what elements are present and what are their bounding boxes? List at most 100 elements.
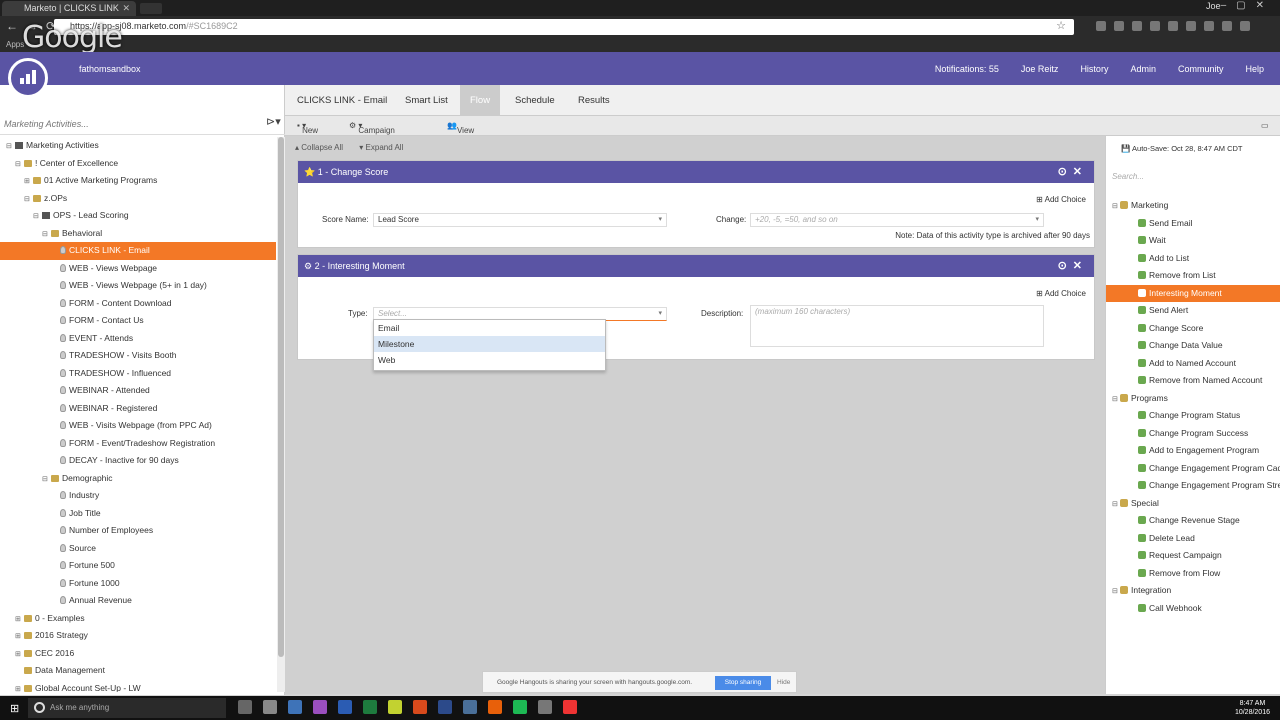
tree-item[interactable]: ⊞ CEC 2016 [0, 645, 276, 663]
window-user[interactable]: Joe [1206, 1, 1221, 11]
palette-action[interactable]: Wait [1106, 232, 1280, 250]
taskbar-app-icon[interactable] [488, 700, 502, 714]
system-clock[interactable]: 8:47 AM 10/28/2016 [1235, 699, 1270, 717]
tree-item[interactable]: WEBINAR - Attended [0, 382, 276, 400]
history-link[interactable]: History [1080, 64, 1108, 74]
add-choice-link[interactable]: ⊞ Add Choice [1036, 195, 1086, 204]
palette-action[interactable]: Remove from Flow [1106, 565, 1280, 583]
view-members-button[interactable]: 👥 View Campaign Members [447, 121, 493, 153]
palette-action[interactable]: Change Revenue Stage [1106, 512, 1280, 530]
taskbar-app-icon[interactable] [413, 700, 427, 714]
community-link[interactable]: Community [1178, 64, 1224, 74]
step-controls[interactable]: ⊙✕ [1058, 161, 1088, 183]
notifications-link[interactable]: Notifications: 55 [935, 64, 999, 74]
collapse-icon[interactable]: ⊟ [1112, 583, 1120, 601]
tree-item[interactable]: FORM - Content Download [0, 295, 276, 313]
tree-item[interactable]: ⊟ OPS - Lead Scoring [0, 207, 276, 225]
palette-action[interactable]: Change Score [1106, 320, 1280, 338]
tree-item[interactable]: Industry [0, 487, 276, 505]
palette-action[interactable]: Send Email [1106, 215, 1280, 233]
collapse-icon[interactable]: ⊟ [1112, 496, 1120, 514]
palette-action[interactable]: Request Campaign [1106, 547, 1280, 565]
tree-toggle-icon[interactable]: ⊞ [15, 681, 23, 693]
add-choice-link[interactable]: ⊞ Add Choice [1036, 289, 1086, 298]
palette-action[interactable]: Change Program Success [1106, 425, 1280, 443]
filter-icon[interactable]: ⊳▾ [266, 115, 281, 128]
cortana-search[interactable]: Ask me anything [28, 698, 226, 718]
tree-toggle-icon[interactable]: ⊞ [15, 611, 23, 629]
palette-category[interactable]: ⊟ Marketing [1106, 197, 1280, 215]
palette-action[interactable]: Add to Named Account [1106, 355, 1280, 373]
help-link[interactable]: Help [1245, 64, 1264, 74]
taskbar-app-icon[interactable] [463, 700, 477, 714]
palette-search-input[interactable]: Search... [1112, 172, 1144, 181]
palette-action[interactable]: Change Program Status [1106, 407, 1280, 425]
tree-item[interactable]: ⊟ z.OPs [0, 190, 276, 208]
tree-item[interactable]: ⊟ Marketing Activities [0, 137, 276, 155]
tree-item[interactable]: ⊞ 0 - Examples [0, 610, 276, 628]
tree-item[interactable]: Job Title [0, 505, 276, 523]
tree-item[interactable]: ⊟ Behavioral [0, 225, 276, 243]
tree-item[interactable]: Source [0, 540, 276, 558]
palette-action[interactable]: Change Engagement Program Cadence [1106, 460, 1280, 478]
browser-tab[interactable]: Marketo | CLICKS LINK ✕ [2, 1, 136, 16]
taskbar-app-icon[interactable] [313, 700, 327, 714]
tab-smart-list[interactable]: Smart List [405, 85, 448, 116]
tree-item[interactable]: Annual Revenue [0, 592, 276, 610]
tab-results[interactable]: Results [578, 85, 610, 116]
window-controls[interactable]: –▢✕ [1221, 0, 1274, 11]
taskbar-app-icon[interactable] [338, 700, 352, 714]
palette-action[interactable]: Delete Lead [1106, 530, 1280, 548]
marketo-logo-icon[interactable] [8, 58, 48, 98]
tree-toggle-icon[interactable]: ⊞ [15, 646, 23, 664]
change-input[interactable]: +20, -5, =50, and so on ▾ [750, 213, 1044, 227]
step-controls[interactable]: ⊙✕ [1058, 255, 1088, 277]
taskbar-app-icon[interactable] [513, 700, 527, 714]
tab-schedule[interactable]: Schedule [515, 85, 555, 116]
tree-toggle-icon[interactable]: ⊟ [33, 208, 41, 226]
tree-item[interactable]: WEBINAR - Registered [0, 400, 276, 418]
tab-flow[interactable]: Flow [460, 85, 501, 116]
palette-action[interactable]: Remove from List [1106, 267, 1280, 285]
user-menu[interactable]: Joe Reitz [1021, 64, 1059, 74]
workspace-name[interactable]: fathomsandbox [79, 64, 141, 74]
tree-toggle-icon[interactable]: ⊞ [15, 628, 23, 646]
tree-item[interactable]: EVENT - Attends [0, 330, 276, 348]
windows-start-icon[interactable]: ⊞ [10, 702, 19, 715]
tree-scrollbar[interactable] [277, 137, 285, 692]
tree-item[interactable]: Fortune 500 [0, 557, 276, 575]
tree-item[interactable]: TRADESHOW - Visits Booth [0, 347, 276, 365]
tree-item[interactable]: Number of Employees [0, 522, 276, 540]
collapse-icon[interactable]: ⊟ [1112, 391, 1120, 409]
tree-search-input[interactable] [4, 116, 254, 132]
option-milestone[interactable]: Milestone [374, 336, 605, 352]
palette-action[interactable]: Interesting Moment [1106, 284, 1280, 302]
tab-name[interactable]: CLICKS LINK - Email [297, 85, 387, 116]
taskbar-app-icon[interactable] [438, 700, 452, 714]
tree-item[interactable]: CLICKS LINK - Email [0, 242, 276, 260]
taskbar-app-icon[interactable] [363, 700, 377, 714]
tree-item[interactable]: ⊟ Demographic [0, 470, 276, 488]
tree-item[interactable]: Data Management [0, 662, 276, 680]
option-web[interactable]: Web [374, 352, 605, 368]
star-icon[interactable]: ☆ [1056, 19, 1066, 32]
taskbar-app-icon[interactable] [563, 700, 577, 714]
close-icon[interactable]: ✕ [122, 3, 130, 14]
tree-item[interactable]: WEB - Views Webpage (5+ in 1 day) [0, 277, 276, 295]
tree-item[interactable]: ⊞ 2016 Strategy [0, 627, 276, 645]
taskbar-app-icon[interactable] [238, 700, 252, 714]
palette-category[interactable]: ⊟ Integration [1106, 582, 1280, 600]
option-email[interactable]: Email [374, 320, 605, 336]
palette-action[interactable]: Send Alert [1106, 302, 1280, 320]
hide-button[interactable]: Hide [777, 679, 790, 686]
new-tab-button[interactable] [140, 3, 162, 14]
tree-toggle-icon[interactable]: ⊟ [42, 471, 50, 489]
step-header[interactable]: ⭐ 1 - Change Score ⊙✕ [298, 161, 1094, 183]
tree-item[interactable]: Fortune 1000 [0, 575, 276, 593]
palette-action[interactable]: Add to List [1106, 250, 1280, 268]
tree-toggle-icon[interactable]: ⊞ [24, 173, 32, 191]
new-button[interactable]: ▪ New ▾ [297, 121, 318, 135]
tree-item[interactable]: TRADESHOW - Influenced [0, 365, 276, 383]
palette-action[interactable]: Call Webhook [1106, 600, 1280, 618]
palette-action[interactable]: Add to Engagement Program [1106, 442, 1280, 460]
